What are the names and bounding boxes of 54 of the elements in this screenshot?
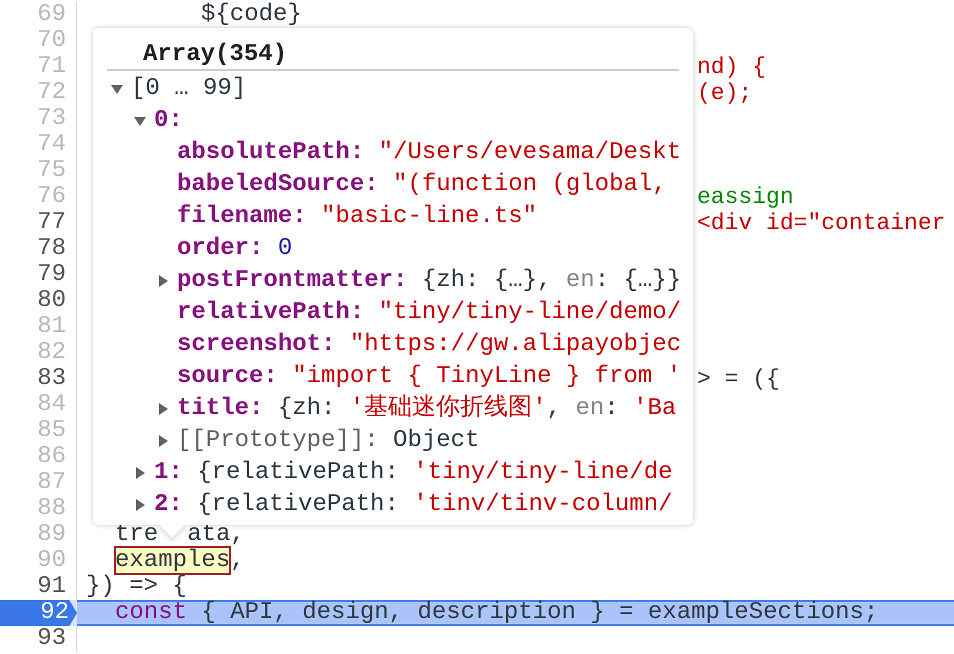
line-number: 70 (36, 28, 67, 54)
search-match: examples (115, 547, 230, 574)
property-entry: screenshot: "https://gw.alipayobjec (177, 330, 682, 360)
line-number: 93 (36, 626, 67, 652)
code-text: tre (115, 521, 158, 548)
code-text: > = ({ (697, 366, 780, 392)
code-text: ata, (187, 521, 245, 548)
code-text: , (230, 547, 245, 574)
code-text: ${code} (201, 1, 302, 28)
popover-title: Array(354) (143, 41, 288, 68)
code-text: (e); (697, 80, 752, 106)
line-number: 83 (36, 366, 67, 392)
property-entry: filename: "basic-line.ts" (177, 202, 538, 232)
code-text: eassign (697, 184, 794, 210)
property-entry: source: "import { TinyLine } from ' (177, 362, 682, 392)
line-number: 75 (36, 158, 67, 184)
property-entry: absolutePath: "/Users/evesama/Deskt (177, 138, 682, 168)
property-entry: babeledSource: "(function (global, (177, 170, 667, 200)
line-number: 84 (36, 392, 67, 418)
line-number: 73 (36, 106, 67, 132)
line-number: 72 (36, 80, 67, 106)
code-text: const (115, 599, 188, 626)
line-number: 88 (36, 496, 67, 522)
property-entry[interactable]: postFrontmatter: {zh: {…}, en: {…}} (177, 263, 682, 299)
property-entry: order: 0 (177, 234, 292, 264)
code-text: nd) { (697, 54, 766, 80)
line-number: 74 (36, 132, 67, 158)
line-number: 87 (36, 470, 67, 496)
line-number: 90 (36, 548, 67, 574)
line-number: 79 (36, 262, 67, 288)
code-text: }) => { (86, 573, 187, 600)
line-number: 91 (36, 574, 67, 600)
code-text: <div id="container (697, 210, 946, 236)
line-number: 85 (36, 418, 67, 444)
disclosure-triangle-icon[interactable] (157, 435, 169, 447)
line-number: 78 (36, 236, 67, 262)
line-number: 81 (36, 314, 67, 340)
disclosure-triangle-icon[interactable] (157, 275, 169, 287)
property-entry: relativePath: "tiny/tiny-line/demo/ (177, 298, 682, 328)
disclosure-triangle-icon[interactable] (111, 83, 123, 95)
line-number: 80 (36, 288, 67, 314)
disclosure-triangle-icon[interactable] (134, 467, 146, 479)
line-number: 76 (36, 184, 67, 210)
line-number: 86 (36, 444, 67, 470)
line-number: 77 (36, 210, 67, 236)
code-text: { API, design, description } = exampleSections; (200, 599, 878, 626)
line-number: 71 (36, 54, 67, 80)
line-number: 89 (36, 522, 67, 548)
disclosure-triangle-icon[interactable] (134, 115, 146, 127)
line-number[interactable]: 92 (0, 600, 77, 626)
line-number: 69 (36, 2, 67, 28)
disclosure-triangle-icon[interactable] (157, 403, 169, 415)
line-number: 82 (36, 340, 67, 366)
disclosure-triangle-icon[interactable] (134, 499, 146, 511)
